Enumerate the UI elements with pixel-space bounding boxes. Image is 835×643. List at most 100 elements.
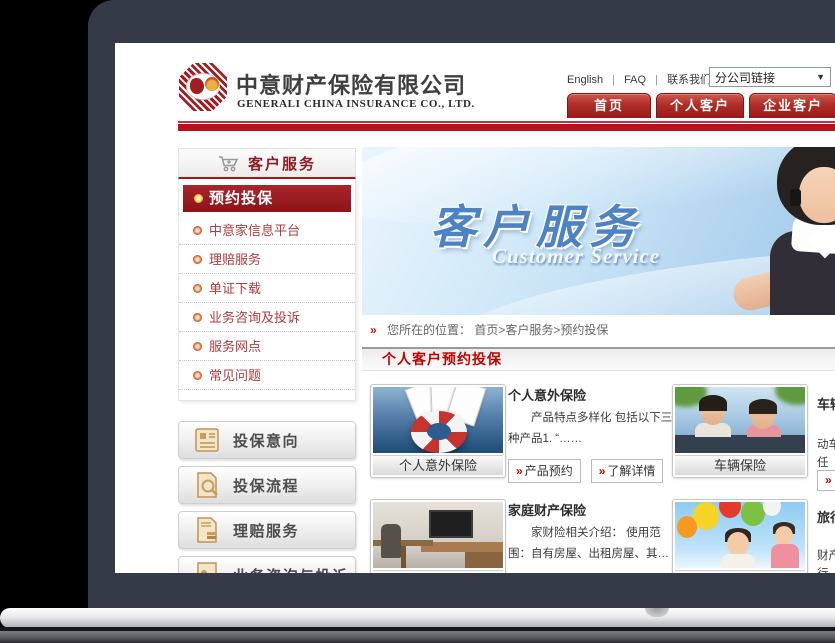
product-card-travel[interactable] <box>672 499 808 573</box>
quick-button-inquiry-complaint[interactable]: 业务咨询与投诉 <box>178 556 356 573</box>
button-label: 产品预约 <box>525 464 573 478</box>
product-image-car-couple <box>675 387 805 453</box>
laptop-base-front <box>0 631 835 643</box>
sidebar-item-label: 业务咨询及投诉 <box>209 310 300 325</box>
sidebar-item-label: 服务网点 <box>209 339 261 354</box>
utility-links: English | FAQ | 联系我们 <box>567 71 711 87</box>
sidebar-item-label: 预约投保 <box>209 190 273 207</box>
product-caption: 个人意外保险 <box>373 455 503 475</box>
link-separator: | <box>655 74 658 86</box>
product-caption: 车辆保险 <box>675 455 805 475</box>
sidebar-menu: 预约投保 中意家信息平台 理赔服务 单证下载 业务咨询及投诉 <box>178 179 356 401</box>
sidebar-item-inquiry-complaint[interactable]: 业务咨询及投诉 <box>179 303 355 332</box>
sidebar-header: 客户服务 <box>178 148 356 179</box>
sidebar-item-service-network[interactable]: 服务网点 <box>179 332 355 361</box>
sidebar-quick-buttons: 投保意向 投保流程 理赔服务 <box>178 421 356 573</box>
sidebar-item-claims-service[interactable]: 理赔服务 <box>179 245 355 274</box>
sidebar: 客户服务 预约投保 中意家信息平台 理赔服务 单证下载 <box>178 148 356 401</box>
cart-icon <box>218 155 240 172</box>
bullet-icon <box>193 226 202 235</box>
product-image-lifebuoy <box>373 387 503 453</box>
chevron-down-icon: ▼ <box>816 72 825 82</box>
link-faq[interactable]: FAQ <box>624 74 646 86</box>
newspaper-icon <box>192 426 222 454</box>
company-name: 中意财产保险有限公司 <box>236 68 466 100</box>
product-image-home-interior <box>373 502 503 568</box>
product-caption <box>373 570 503 573</box>
product-accident-info: 个人意外保险 产品特点多样化 包括以下三种产品1. “…… »产品预约 »了解详… <box>508 384 674 483</box>
bullet-icon <box>194 194 203 203</box>
sidebar-item-label: 常见问题 <box>209 368 261 383</box>
bullet-icon <box>193 371 202 380</box>
banner-subtitle: Customer Service <box>492 244 660 269</box>
quick-button-label: 理赔服务 <box>233 520 299 541</box>
product-button-clipped[interactable]: » <box>817 470 835 491</box>
product-description: 产品特点多样化 包括以下三种产品1. “…… <box>508 408 674 450</box>
sidebar-item-faq[interactable]: 常见问题 <box>179 361 355 390</box>
product-vehicle-info-clipped: 车辆 动车 任 » <box>817 384 835 484</box>
branch-links-select[interactable]: 分公司链接 ▼ <box>709 67 831 87</box>
product-description-fragment: 动车 <box>817 436 835 452</box>
quick-button-label: 业务咨询与投诉 <box>233 565 349 574</box>
product-description: 家财险相关介绍： 使用范围：自有房屋、出租房屋、其… <box>508 523 674 565</box>
arrow-icon: » <box>599 464 606 478</box>
bullet-icon <box>193 284 202 293</box>
sidebar-item-yuyue-toubao[interactable]: 预约投保 <box>183 185 351 212</box>
document-money-icon <box>192 516 222 544</box>
sidebar-item-zhongyijia-platform[interactable]: 中意家信息平台 <box>179 216 355 245</box>
product-card-accident[interactable]: 个人意外保险 <box>370 384 506 478</box>
page-title: 个人客户预约投保 <box>362 347 835 371</box>
headset-icon <box>790 189 801 206</box>
breadcrumb-prefix: 您所在的位置： <box>387 323 471 337</box>
arrow-icon: » <box>825 473 832 487</box>
customer-service-banner: 客户服务 Customer Service <box>362 147 835 315</box>
quick-button-label: 投保流程 <box>233 475 299 496</box>
arrow-icon: » <box>516 464 523 478</box>
breadcrumb: » 您所在的位置： 首页>客户服务>预约投保 <box>362 322 835 338</box>
laptop-mockup: 中意财产保险有限公司 GENERALI CHINA INSURANCE CO.,… <box>0 0 835 643</box>
nav-tab-personal[interactable]: 个人客户 <box>656 93 744 118</box>
product-travel-info-clipped: 旅行 财产 行 <box>817 499 835 573</box>
nav-tab-home[interactable]: 首页 <box>567 93 651 118</box>
quick-button-label: 投保意向 <box>233 430 299 451</box>
product-list: 个人意外保险 产品特点多样化 包括以下三种产品1. “…… »产品预约 »了解详… <box>362 384 835 573</box>
branch-select-label: 分公司链接 <box>715 69 775 86</box>
link-english[interactable]: English <box>567 74 603 86</box>
product-caption <box>675 570 805 573</box>
link-contact-us[interactable]: 联系我们 <box>667 74 711 86</box>
product-title: 家庭财产保险 <box>508 500 674 519</box>
product-description-fragment: 任 <box>817 454 829 470</box>
breadcrumb-path[interactable]: 首页>客户服务>预约投保 <box>474 323 608 337</box>
document-search-icon <box>192 471 222 499</box>
product-image-balloons <box>675 502 805 568</box>
main-nav: 首页 个人客户 企业客户 <box>567 93 835 118</box>
product-reserve-button[interactable]: »产品预约 <box>508 459 581 483</box>
customer-service-agent-photo <box>752 147 835 315</box>
quick-button-claims-service[interactable]: 理赔服务 <box>178 511 356 549</box>
product-title: 旅行 <box>817 507 835 526</box>
product-description-fragment: 行 <box>817 565 829 573</box>
product-details-button[interactable]: »了解详情 <box>591 459 664 483</box>
sidebar-item-label: 理赔服务 <box>209 252 261 267</box>
sidebar-title: 客户服务 <box>248 153 316 174</box>
laptop-base <box>0 608 835 628</box>
product-home-info: 家庭财产保险 家财险相关介绍： 使用范围：自有房屋、出租房屋、其… <box>508 499 674 565</box>
product-title: 车辆 <box>817 394 835 413</box>
quick-button-insure-intent[interactable]: 投保意向 <box>178 421 356 459</box>
logo-flower-icon <box>205 77 219 91</box>
bullet-icon <box>193 255 202 264</box>
nav-tab-corporate[interactable]: 企业客户 <box>749 93 835 118</box>
main-content: 客户服务 Customer Service » 您所在的位置： 首页>客户服务>… <box>362 147 835 573</box>
product-title: 个人意外保险 <box>508 385 674 404</box>
product-card-vehicle[interactable]: 车辆保险 <box>672 384 808 478</box>
company-name-en: GENERALI CHINA INSURANCE CO., LTD. <box>237 98 475 110</box>
laptop-screen: 中意财产保险有限公司 GENERALI CHINA INSURANCE CO.,… <box>115 43 835 573</box>
header-divider <box>178 121 835 131</box>
product-card-home[interactable] <box>370 499 506 573</box>
link-separator: | <box>612 74 615 86</box>
product-description-fragment: 财产 <box>817 547 835 563</box>
bullet-icon <box>193 342 202 351</box>
sidebar-item-label: 单证下载 <box>209 281 261 296</box>
quick-button-insure-process[interactable]: 投保流程 <box>178 466 356 504</box>
sidebar-item-document-download[interactable]: 单证下载 <box>179 274 355 303</box>
